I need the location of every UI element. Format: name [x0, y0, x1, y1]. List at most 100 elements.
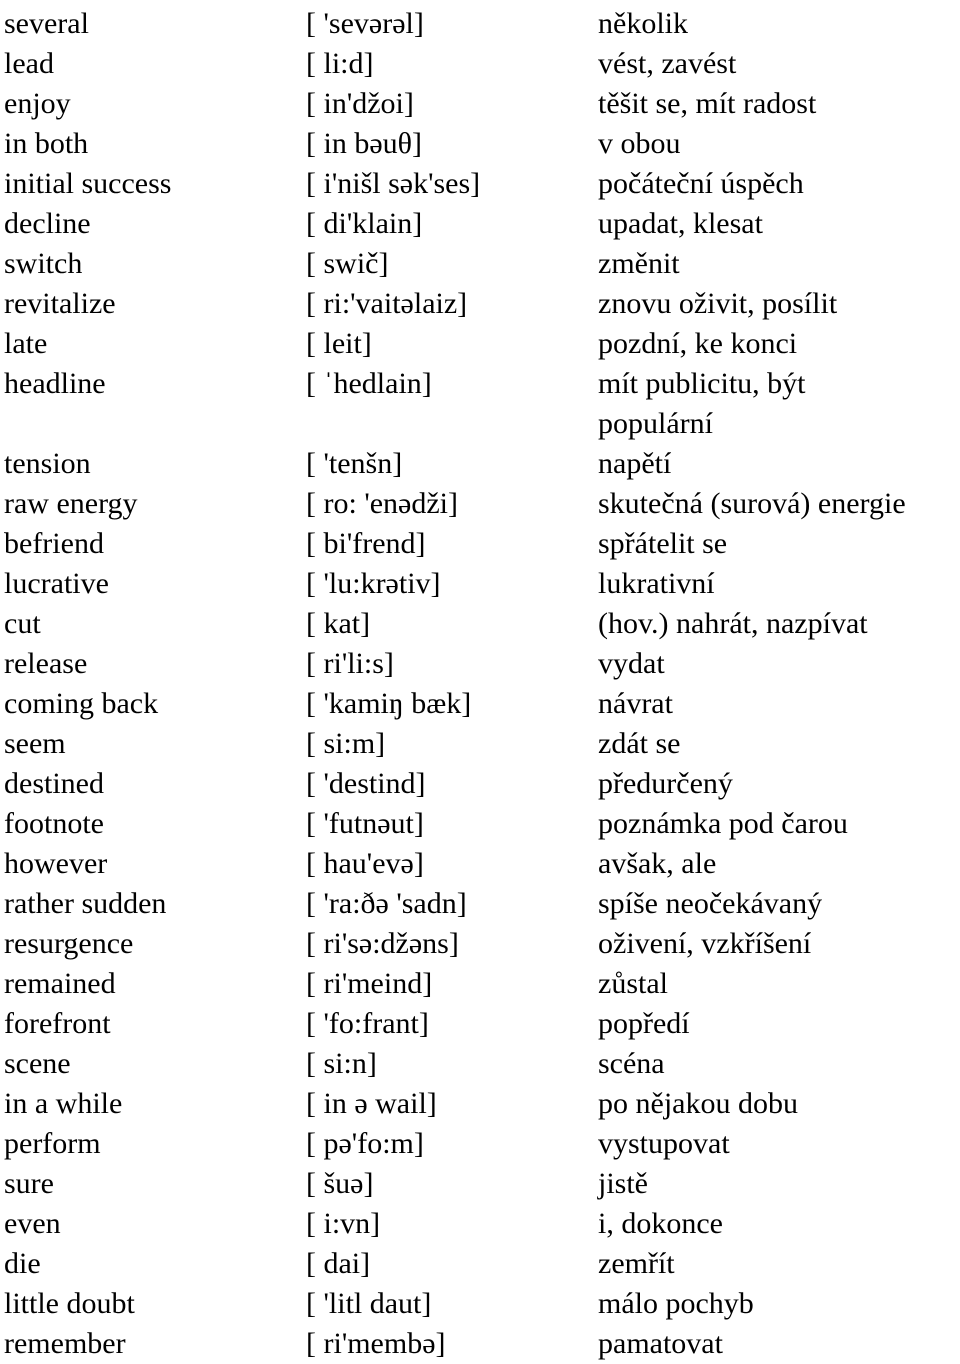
- vocab-pronunciation: [ si:m]: [306, 727, 386, 760]
- vocab-term: lucrative: [4, 567, 109, 600]
- vocab-pronunciation: [ šuə]: [306, 1167, 374, 1200]
- vocab-meaning: poznámka pod čarou: [597, 804, 960, 844]
- vocab-meaning: upadat, klesat: [597, 204, 960, 244]
- vocab-pronunciation: [ 'litl daut]: [306, 1287, 432, 1320]
- vocab-pronunciation: [ in bəuθ]: [306, 127, 423, 160]
- vocab-term: headline: [4, 367, 106, 400]
- vocab-meaning-line: avšak, ale: [598, 847, 717, 880]
- vocab-meaning: jistě: [597, 1164, 960, 1204]
- vocab-meaning: vést, zavést: [597, 44, 960, 84]
- vocab-row: however [ hau'evə] avšak, ale: [0, 844, 960, 884]
- vocab-pronunciation: [ ˈhedlain]: [306, 367, 432, 400]
- vocab-meaning-line: i, dokonce: [598, 1207, 723, 1240]
- vocab-row: decline [ di'klain] upadat, klesat: [0, 204, 960, 244]
- vocab-meaning: mít publicitu, být populární: [597, 364, 960, 444]
- vocab-term: rather sudden: [4, 887, 167, 920]
- vocab-row: befriend [ bi'frend] spřátelit se: [0, 524, 960, 564]
- vocab-meaning-line: těšit se, mít radost: [598, 87, 817, 120]
- vocab-row: remember [ ri'membə] pamatovat: [0, 1324, 960, 1364]
- vocab-meaning: v obou: [597, 124, 960, 164]
- vocab-pronunciation: [ in'džoi]: [306, 87, 414, 120]
- vocab-pronunciation: [ 'fo:frant]: [306, 1007, 429, 1040]
- vocab-term: footnote: [4, 807, 104, 840]
- vocab-meaning: vydat: [597, 644, 960, 684]
- vocab-row: in a while [ in ə wail] po nějakou dobu: [0, 1084, 960, 1124]
- vocab-term: remained: [4, 967, 116, 1000]
- vocab-term: initial success: [4, 167, 172, 200]
- vocab-meaning-line: změnit: [598, 247, 680, 280]
- vocab-row: lucrative [ 'lu:krətiv] lukrativní: [0, 564, 960, 604]
- vocab-meaning-line: upadat, klesat: [598, 207, 763, 240]
- vocab-meaning-line: popředí: [598, 1007, 690, 1040]
- vocab-pronunciation: [ 'kamiŋ bæk]: [306, 687, 472, 720]
- vocab-meaning: málo pochyb: [597, 1284, 960, 1324]
- vocab-meaning-line: předurčený: [598, 767, 733, 800]
- vocab-pronunciation: [ in ə wail]: [306, 1087, 437, 1120]
- vocab-row: scene [ si:n] scéna: [0, 1044, 960, 1084]
- vocab-meaning: avšak, ale: [597, 844, 960, 884]
- vocab-row: seem [ si:m] zdát se: [0, 724, 960, 764]
- vocab-row: coming back [ 'kamiŋ bæk] návrat: [0, 684, 960, 724]
- vocab-row: in both [ in bəuθ] v obou: [0, 124, 960, 164]
- vocab-term: remember: [4, 1327, 126, 1360]
- vocab-row: lead [ li:d] vést, zavést: [0, 44, 960, 84]
- vocab-term: resurgence: [4, 927, 134, 960]
- vocab-row: little doubt [ 'litl daut] málo pochyb: [0, 1284, 960, 1324]
- vocab-pronunciation: [ ri'meind]: [306, 967, 433, 1000]
- vocab-term: sure: [4, 1167, 54, 1200]
- vocab-row: forefront [ 'fo:frant] popředí: [0, 1004, 960, 1044]
- vocab-pronunciation: [ ri:'vaitəlaiz]: [306, 287, 468, 320]
- vocab-meaning-line: pamatovat: [598, 1327, 723, 1360]
- vocab-meaning: spíše neočekávaný: [597, 884, 960, 924]
- vocab-meaning: těšit se, mít radost: [597, 84, 960, 124]
- vocab-pronunciation: [ pə'fo:m]: [306, 1127, 424, 1160]
- vocab-meaning: spřátelit se: [597, 524, 960, 564]
- vocab-pronunciation: [ bi'frend]: [306, 527, 426, 560]
- vocab-row: sure [ šuə] jistě: [0, 1164, 960, 1204]
- vocab-term: decline: [4, 207, 91, 240]
- vocab-row: perform [ pə'fo:m] vystupovat: [0, 1124, 960, 1164]
- vocab-pronunciation: [ leit]: [306, 327, 372, 360]
- vocab-meaning-line: zemřít: [598, 1247, 675, 1280]
- vocab-meaning: návrat: [597, 684, 960, 724]
- vocab-meaning-line: počáteční úspěch: [598, 167, 804, 200]
- vocab-row: release [ ri'li:s] vydat: [0, 644, 960, 684]
- vocab-meaning: (hov.) nahrát, nazpívat: [597, 604, 960, 644]
- vocab-pronunciation: [ si:n]: [306, 1047, 377, 1080]
- vocab-row: cut [ kat] (hov.) nahrát, nazpívat: [0, 604, 960, 644]
- vocab-meaning: zůstal: [597, 964, 960, 1004]
- vocab-meaning: změnit: [597, 244, 960, 284]
- vocab-term: revitalize: [4, 287, 116, 320]
- vocab-row: raw energy [ ro: 'enədži] skutečná (surová…: [0, 484, 960, 524]
- vocab-meaning-line: spíše neočekávaný: [598, 887, 823, 920]
- vocab-meaning: i, dokonce: [597, 1204, 960, 1244]
- vocab-meaning-line-continued: populární: [598, 407, 713, 440]
- vocab-term: in both: [4, 127, 89, 160]
- vocab-row: switch [ swič] změnit: [0, 244, 960, 284]
- vocab-meaning: pamatovat: [597, 1324, 960, 1364]
- vocab-term: cut: [4, 607, 41, 640]
- vocab-pronunciation: [ i:vn]: [306, 1207, 381, 1240]
- vocab-row: late [ leit] pozdní, ke konci: [0, 324, 960, 364]
- vocab-meaning: zdát se: [597, 724, 960, 764]
- vocab-meaning: vystupovat: [597, 1124, 960, 1164]
- vocab-term: destined: [4, 767, 104, 800]
- vocab-row: several [ 'sevərəl] několik: [0, 4, 960, 44]
- vocabulary-glossary: several [ 'sevərəl] několik lead [ li:d] vést…: [0, 0, 960, 1364]
- vocab-term: switch: [4, 247, 83, 280]
- vocab-meaning-line: po nějakou dobu: [598, 1087, 798, 1120]
- vocab-term: even: [4, 1207, 61, 1240]
- vocab-row: even [ i:vn] i, dokonce: [0, 1204, 960, 1244]
- vocab-term: several: [4, 7, 89, 40]
- vocab-term: coming back: [4, 687, 159, 720]
- vocab-pronunciation: [ ri'membə]: [306, 1327, 446, 1360]
- vocab-term: enjoy: [4, 87, 71, 120]
- vocab-meaning: skutečná (surová) energie: [597, 484, 960, 524]
- vocab-meaning-line: oživení, vzkříšení: [598, 927, 812, 960]
- vocab-row: rather sudden [ 'ra:ðə 'sadn] spíše neoček…: [0, 884, 960, 924]
- vocab-term: perform: [4, 1127, 101, 1160]
- vocab-meaning-line: spřátelit se: [598, 527, 728, 560]
- vocab-meaning-line: zdát se: [598, 727, 681, 760]
- vocab-pronunciation: [ 'ra:ðə 'sadn]: [306, 887, 467, 920]
- vocab-term: in a while: [4, 1087, 123, 1120]
